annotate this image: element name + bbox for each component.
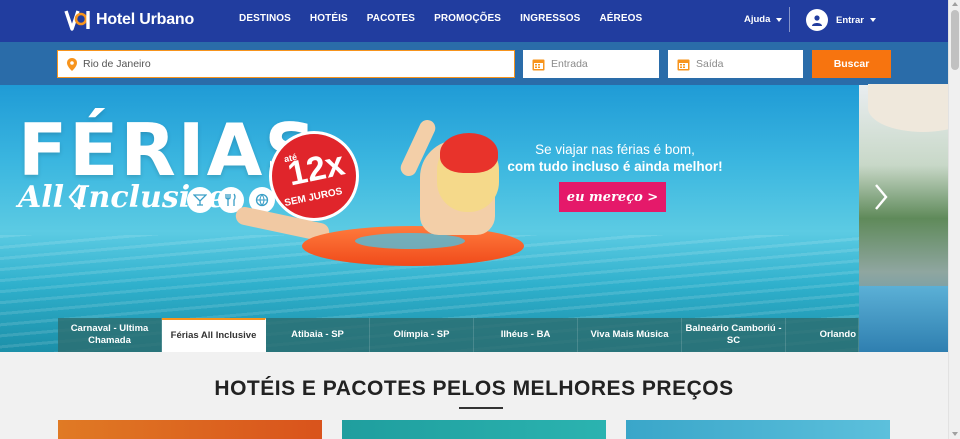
logo-icon <box>64 9 92 31</box>
deal-card[interactable] <box>58 420 322 439</box>
chevron-right-icon <box>875 184 888 210</box>
scrollbar-thumb[interactable] <box>951 10 959 70</box>
search-button[interactable]: Buscar <box>812 50 891 78</box>
nav-ingressos[interactable]: INGRESSOS <box>520 13 580 24</box>
nav-hoteis[interactable]: HOTÉIS <box>310 13 348 24</box>
float-ring-hole <box>355 233 465 249</box>
help-dropdown[interactable]: Ajuda <box>744 14 783 25</box>
destination-value: Rio de Janeiro <box>83 58 151 70</box>
category-tabs: Carnaval - Ultima Chamada Férias All Inc… <box>58 318 859 352</box>
nav-destinos[interactable]: DESTINOS <box>239 13 291 24</box>
tab-atibaia[interactable]: Atibaia - SP <box>266 318 370 352</box>
checkout-input[interactable]: Saída <box>668 50 803 78</box>
tab-viva-mais-musica[interactable]: Viva Mais Música <box>578 318 682 352</box>
header-divider <box>789 7 790 32</box>
installments-badge: até 12x SEM JUROS <box>269 131 359 221</box>
location-pin-icon <box>67 57 77 71</box>
deal-card[interactable] <box>626 420 890 439</box>
prev-slide-button[interactable] <box>66 182 84 212</box>
calendar-icon <box>677 58 690 71</box>
title-underline <box>459 407 503 409</box>
tagline-line1: Se viajar nas férias é bom, <box>535 142 695 157</box>
top-header: Hotel Urbano DESTINOS HOTÉIS PACOTES PRO… <box>0 0 948 42</box>
logo[interactable]: Hotel Urbano <box>64 9 194 31</box>
tab-balneario-camboriu[interactable]: Balneário Camboriú - SC <box>682 318 786 352</box>
destination-input[interactable]: Rio de Janeiro <box>57 50 515 78</box>
login-label: Entrar <box>836 14 864 26</box>
search-bar: Rio de Janeiro Entrada Saída Buscar <box>0 42 948 85</box>
checkin-placeholder: Entrada <box>551 58 588 70</box>
chevron-down-icon <box>776 17 783 22</box>
chevron-left-icon <box>68 184 81 210</box>
page-scrollbar[interactable] <box>948 0 960 439</box>
scroll-down-arrow-icon[interactable] <box>952 432 958 436</box>
cta-button[interactable]: eu mereço > <box>559 182 666 212</box>
calendar-icon <box>532 58 545 71</box>
checkout-placeholder: Saída <box>696 58 724 70</box>
chevron-down-icon <box>869 18 876 22</box>
main-nav: DESTINOS HOTÉIS PACOTES PROMOÇÕES INGRES… <box>239 13 661 24</box>
logo-text: Hotel Urbano <box>96 11 195 28</box>
pool-image <box>859 286 948 352</box>
tab-orlando[interactable]: Orlando <box>786 318 859 352</box>
login-dropdown[interactable]: Entrar <box>806 9 876 31</box>
nav-aereos[interactable]: AÉREOS <box>599 13 642 24</box>
nav-pacotes[interactable]: PACOTES <box>367 13 415 24</box>
tab-ferias-all-inclusive[interactable]: Férias All Inclusive <box>162 318 266 352</box>
woman-hat-graphic <box>440 133 498 173</box>
next-slide-button[interactable] <box>872 182 890 212</box>
tab-carnaval[interactable]: Carnaval - Ultima Chamada <box>58 318 162 352</box>
scroll-up-arrow-icon[interactable] <box>952 2 958 6</box>
banner-tagline: Se viajar nas férias é bom, com tudo inc… <box>500 141 730 175</box>
tagline-line2: com tudo incluso é ainda melhor! <box>507 159 723 174</box>
checkin-input[interactable]: Entrada <box>523 50 659 78</box>
user-icon <box>806 9 828 31</box>
tab-olimpia[interactable]: Olímpia - SP <box>370 318 474 352</box>
help-label: Ajuda <box>744 14 771 25</box>
section-title: HOTÉIS E PACOTES PELOS MELHORES PREÇOS <box>214 377 734 400</box>
cocktail-icon <box>187 187 213 213</box>
nav-promocoes[interactable]: PROMOÇÕES <box>434 13 501 24</box>
deal-card[interactable] <box>342 420 606 439</box>
amenity-icons <box>187 187 280 213</box>
tab-ilheus[interactable]: Ilhéus - BA <box>474 318 578 352</box>
